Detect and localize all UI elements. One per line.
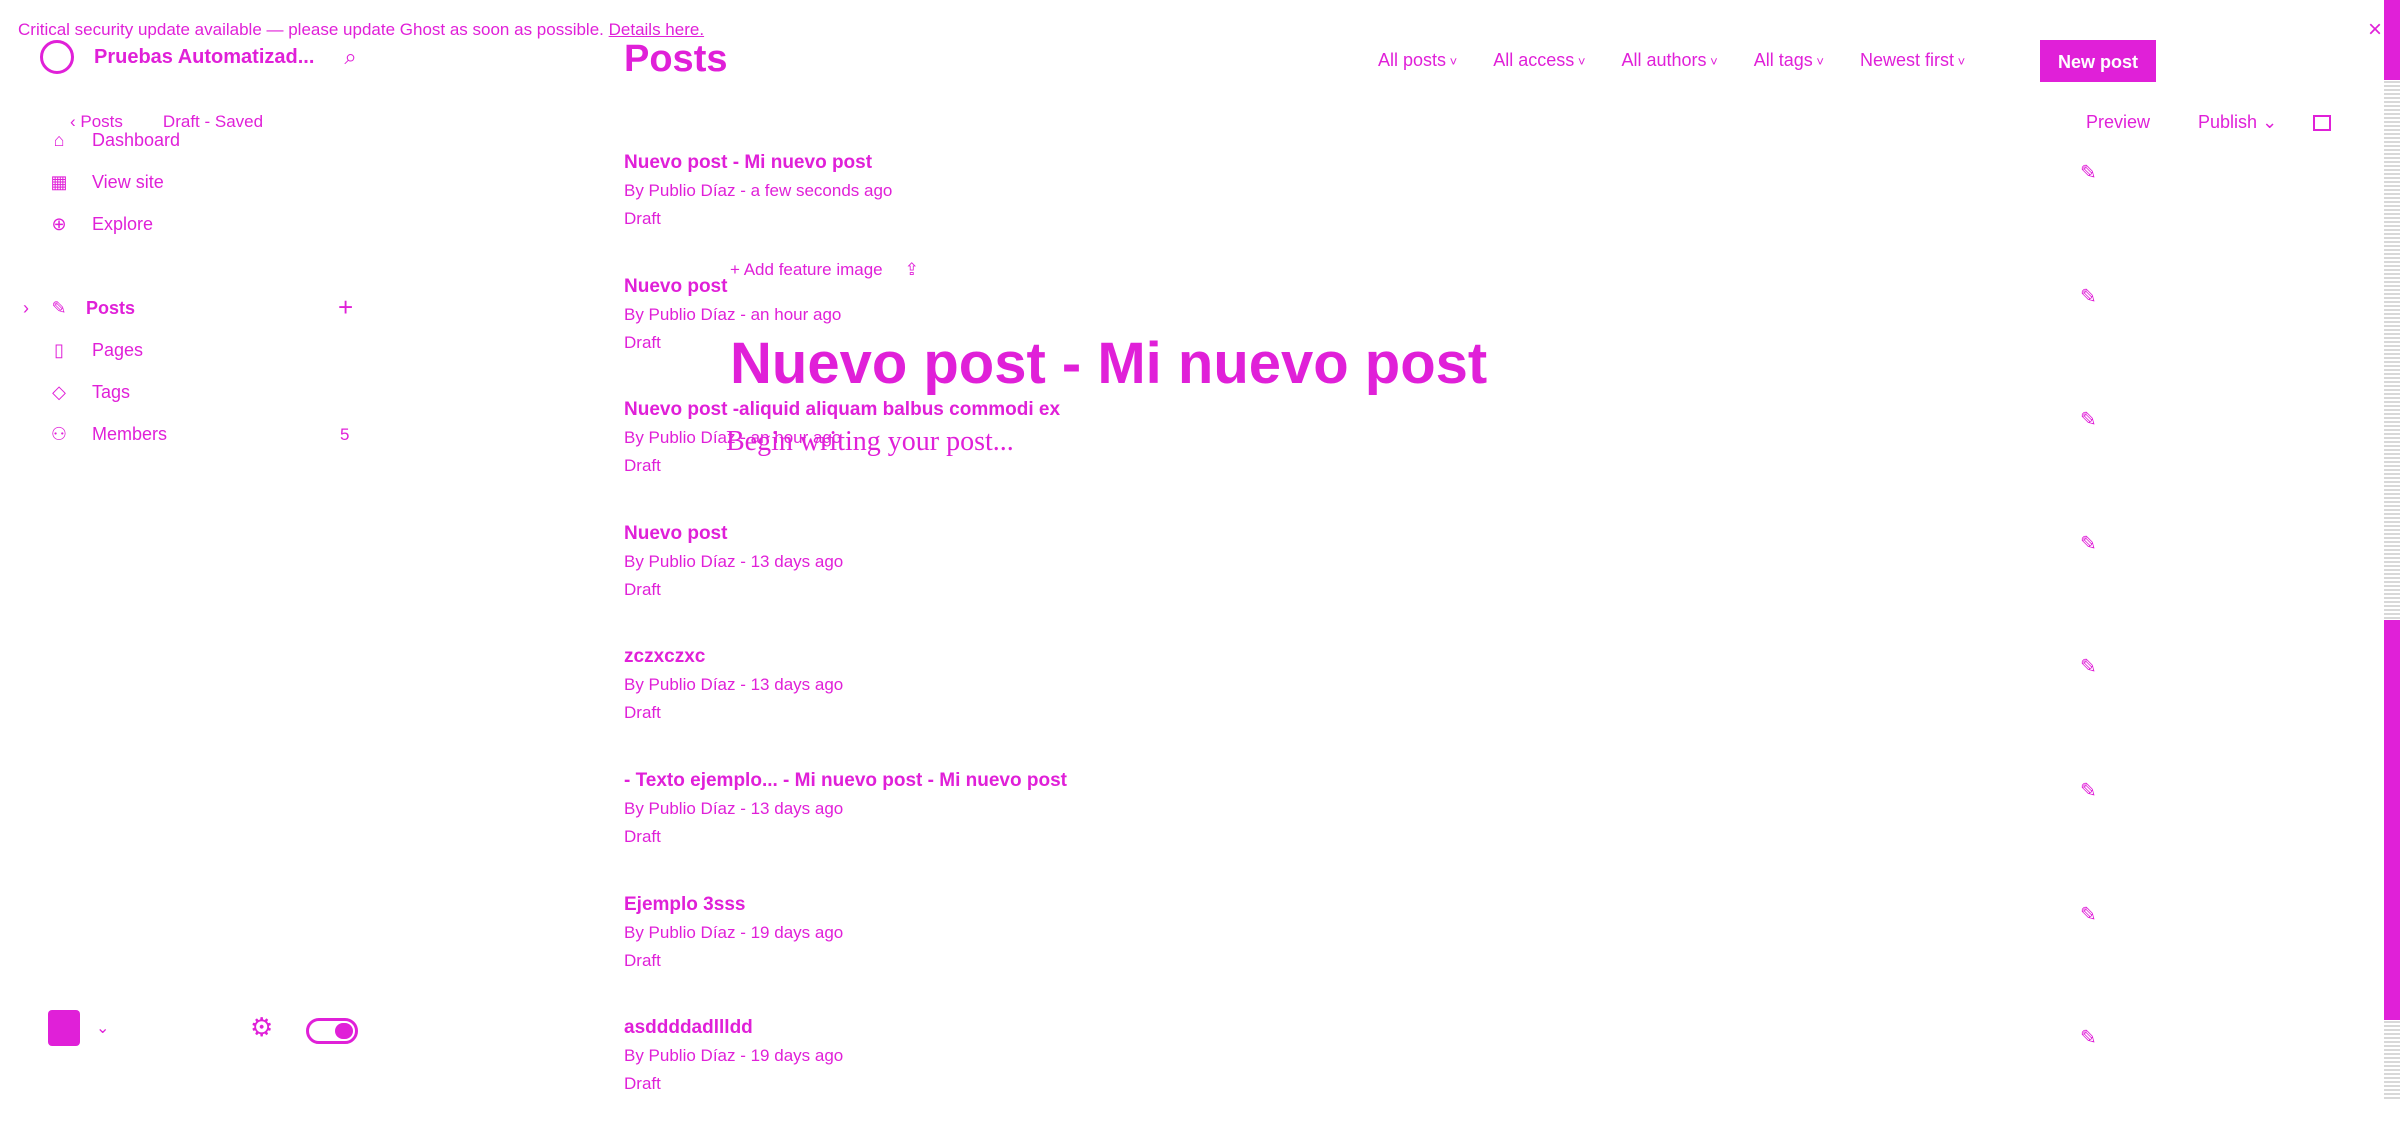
members-count: 5 — [340, 425, 350, 444]
post-status: Draft — [624, 950, 661, 970]
site-name: Pruebas Automatizad... — [94, 45, 315, 68]
post-status: Draft — [624, 826, 661, 846]
dark-mode-toggle[interactable] — [306, 1018, 358, 1044]
post-meta: By Publio Díaz - 19 days ago — [624, 922, 844, 942]
post-title[interactable]: zczxczxc — [624, 646, 2144, 668]
pencil-icon[interactable]: ✎ — [2080, 284, 2097, 309]
post-title[interactable]: Nuevo post -aliquid aliquam balbus commo… — [624, 399, 2144, 421]
filter-all-authors[interactable]: All authors — [1622, 50, 1718, 71]
post-meta: By Publio Díaz - an hour ago — [624, 428, 842, 448]
post-meta: By Publio Díaz - 13 days ago — [624, 675, 844, 695]
new-post-button[interactable]: New post — [2040, 40, 2156, 82]
list-item[interactable]: Nuevo post - Mi nuevo post By Publio Día… — [624, 152, 2144, 276]
close-icon[interactable]: × — [2368, 16, 2382, 44]
sidebar-item-dashboard[interactable]: ⌂ Dashboard — [48, 130, 181, 151]
list-item[interactable]: Nuevo post By Publio Díaz - an hour ago … — [624, 276, 2144, 400]
sidebar-item-explore[interactable]: ⊕ Explore — [48, 214, 153, 235]
search-icon[interactable]: ⌕ — [344, 44, 356, 70]
filter-all-access[interactable]: All access — [1493, 50, 1585, 71]
add-post-icon[interactable]: + — [338, 292, 353, 323]
post-meta: By Publio Díaz - 13 days ago — [624, 551, 844, 571]
sidebar-toggle-icon[interactable] — [2313, 114, 2332, 131]
list-item[interactable]: Nuevo post -aliquid aliquam balbus commo… — [624, 399, 2144, 523]
sidebar-item-label: Dashboard — [92, 130, 181, 150]
post-meta: By Publio Díaz - 13 days ago — [624, 798, 844, 818]
sidebar-item-pages[interactable]: ▯ Pages — [48, 340, 143, 361]
layout-icon: ▦ — [50, 172, 68, 192]
list-item[interactable]: Ejemplo 3sss By Publio Díaz - 19 days ag… — [624, 894, 2144, 1018]
editor-breadcrumb: Posts Draft - Saved — [70, 112, 263, 132]
globe-icon: ⊕ — [51, 214, 67, 234]
post-filters: All posts All access All authors All tag… — [1378, 50, 1965, 71]
sidebar-item-view-site[interactable]: ▦ View site — [48, 172, 164, 193]
chevron-down-icon: ⌄ — [96, 1020, 110, 1037]
pencil-icon[interactable]: ✎ — [2080, 654, 2097, 679]
tag-icon: ◇ — [52, 382, 66, 402]
filter-all-tags[interactable]: All tags — [1754, 50, 1824, 71]
sidebar: Pruebas Automatizad... ⌕ ⌂ Dashboard ▦ V… — [0, 40, 380, 1099]
pencil-icon[interactable]: ✎ — [2080, 160, 2097, 185]
page-icon: ▯ — [54, 340, 64, 360]
security-banner: Critical security update available — ple… — [18, 20, 704, 40]
editor-back-link[interactable]: Posts — [70, 112, 123, 132]
banner-details-link[interactable]: Details here. — [609, 20, 704, 39]
post-title[interactable]: Nuevo post — [624, 523, 2144, 545]
members-icon: ⚇ — [50, 424, 68, 444]
list-item[interactable]: asddddadllldd By Publio Díaz - 19 days a… — [624, 1017, 2144, 1141]
pencil-icon[interactable]: ✎ — [2080, 902, 2097, 927]
list-item[interactable]: - Texto ejemplo... - Mi nuevo post - Mi … — [624, 770, 2144, 894]
sidebar-item-label: Explore — [92, 214, 154, 234]
post-status: Draft — [624, 456, 661, 476]
list-item[interactable]: Nuevo post By Publio Díaz - 13 days ago … — [624, 523, 2144, 647]
scrollbar-top-segment — [2384, 0, 2400, 80]
page-title: Posts — [624, 38, 728, 80]
pencil-icon[interactable]: ✎ — [2080, 778, 2097, 803]
post-meta: By Publio Díaz - 19 days ago — [624, 1046, 844, 1066]
post-status: Draft — [624, 1074, 661, 1094]
post-title[interactable]: Nuevo post - Mi nuevo post — [624, 152, 2144, 174]
sidebar-item-label: Posts — [86, 298, 136, 318]
sidebar-item-label: Pages — [92, 340, 144, 360]
editor-actions: Preview Publish ⌄ — [2086, 112, 2332, 133]
post-title[interactable]: asddddadllldd — [624, 1017, 2144, 1039]
post-meta: By Publio Díaz - a few seconds ago — [624, 181, 893, 200]
editor-status: Draft - Saved — [162, 112, 264, 131]
chevron-right-icon: › — [23, 298, 29, 318]
sidebar-item-label: View site — [92, 172, 164, 192]
post-title[interactable]: Ejemplo 3sss — [624, 894, 2144, 916]
post-status: Draft — [624, 579, 661, 599]
filter-all-posts[interactable]: All posts — [1378, 50, 1457, 71]
site-brand[interactable]: Pruebas Automatizad... ⌕ — [40, 40, 357, 74]
post-status: Draft — [624, 209, 661, 228]
sidebar-item-tags[interactable]: ◇ Tags — [48, 382, 130, 403]
post-status: Draft — [624, 703, 661, 723]
avatar — [48, 1010, 80, 1046]
filter-sort-order[interactable]: Newest first — [1860, 50, 1965, 71]
post-list: Nuevo post - Mi nuevo post By Publio Día… — [624, 152, 2144, 1141]
home-icon: ⌂ — [53, 130, 65, 150]
pencil-icon[interactable]: ✎ — [2080, 1025, 2097, 1050]
list-item[interactable]: zczxczxc By Publio Díaz - 13 days ago Dr… — [624, 646, 2144, 770]
publish-label: Publish — [2198, 112, 2258, 132]
post-title[interactable]: Nuevo post — [624, 276, 2144, 298]
user-menu[interactable]: ⌄ — [48, 1010, 109, 1046]
sidebar-item-label: Members — [92, 424, 168, 444]
site-logo — [40, 40, 74, 74]
sidebar-item-label: Tags — [92, 382, 131, 402]
pencil-icon[interactable]: ✎ — [2080, 531, 2097, 556]
pencil-icon[interactable]: ✎ — [2080, 407, 2097, 432]
publish-button[interactable]: Publish ⌄ — [2198, 112, 2277, 133]
banner-text: Critical security update available — ple… — [18, 20, 604, 39]
edit-icon: ✎ — [51, 298, 67, 318]
sidebar-item-members[interactable]: ⚇ Members — [48, 424, 167, 445]
post-title[interactable]: - Texto ejemplo... - Mi nuevo post - Mi … — [624, 770, 2144, 792]
scrollbar-thumb[interactable] — [2384, 620, 2400, 1020]
sidebar-item-posts[interactable]: › ✎ Posts — [20, 298, 135, 319]
post-status: Draft — [624, 332, 661, 352]
post-meta: By Publio Díaz - an hour ago — [624, 304, 842, 324]
gear-icon[interactable]: ⚙ — [250, 1012, 273, 1043]
preview-button[interactable]: Preview — [2086, 112, 2150, 133]
